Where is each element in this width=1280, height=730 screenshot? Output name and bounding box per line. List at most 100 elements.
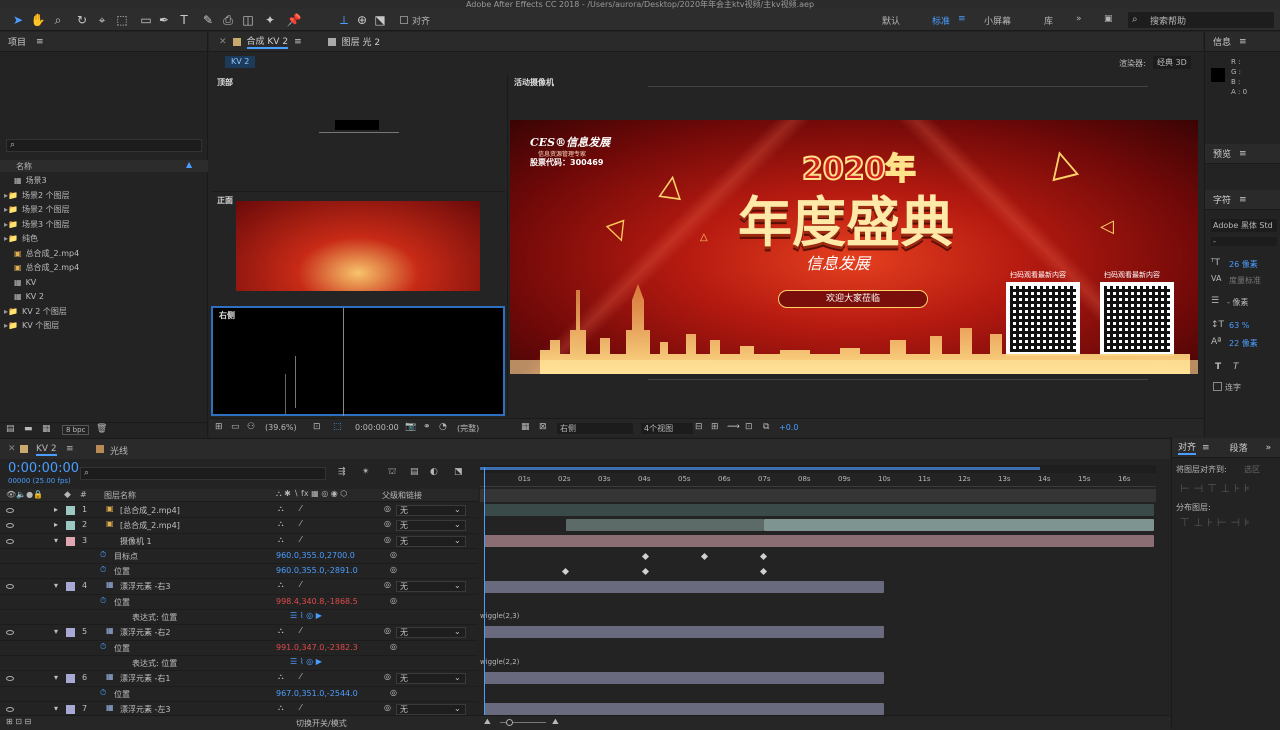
align-to-select[interactable]: 选区 bbox=[1244, 464, 1260, 475]
playhead[interactable] bbox=[484, 467, 485, 715]
expand-twirl-icon[interactable]: ▾ bbox=[54, 627, 58, 636]
close-tab-icon[interactable]: ✕ bbox=[8, 444, 16, 454]
transparency-grid-icon[interactable]: ▦ bbox=[521, 422, 530, 432]
layer-duration-bar[interactable] bbox=[764, 519, 1154, 532]
property-value[interactable]: 967.0,351.0,-2544.0 bbox=[276, 689, 358, 698]
quality-switch-icon[interactable]: ⁄ bbox=[300, 519, 301, 528]
shy-switch-icon[interactable]: ⛬ bbox=[278, 703, 284, 713]
expression-controls-icon[interactable]: ☰ ⌇ ◎ ▶ bbox=[290, 657, 322, 666]
time-ruler[interactable]: 01s 02s 03s 04s 05s 06s 07s 08s 09s 10s 11s 12s 13s 1… bbox=[480, 473, 1156, 487]
project-item[interactable]: ▸📁 纯色 bbox=[0, 232, 208, 247]
tab-menu-icon[interactable]: ≡ bbox=[66, 444, 74, 454]
stopwatch-icon[interactable]: ⏱ bbox=[100, 550, 106, 560]
layer-name[interactable]: 漂浮元素 -右3 bbox=[120, 581, 171, 592]
panel-menu-icon[interactable]: ≡ bbox=[1202, 443, 1210, 453]
expression-controls-icon[interactable]: ☰ ⌇ ◎ ▶ bbox=[290, 611, 322, 620]
panel-more-icon[interactable]: » bbox=[1266, 443, 1272, 453]
layer-row[interactable]: ▾ 3 摄像机 1 ⛬ ⁄ ◎ 无 ⌄ bbox=[0, 534, 478, 549]
expand-twirl-icon[interactable]: ▸ bbox=[54, 505, 58, 514]
quality-switch-icon[interactable]: ⁄ bbox=[300, 703, 301, 712]
project-item[interactable]: ▸📁 KV 2 个图层 bbox=[0, 305, 208, 320]
roto-brush-tool-icon[interactable]: ✦ bbox=[262, 12, 278, 28]
renderer-select[interactable]: 经典 3D bbox=[1153, 56, 1191, 69]
tab-paragraph[interactable]: 段落 bbox=[1230, 441, 1248, 454]
keyframe[interactable] bbox=[700, 552, 709, 560]
info-panel-title[interactable]: 信息 bbox=[1213, 35, 1231, 48]
timeline-tab-comp[interactable]: KV 2 bbox=[36, 444, 57, 456]
timeline-timecode[interactable]: 0:00:00:00 bbox=[8, 461, 79, 476]
character-panel-title[interactable]: 字符 bbox=[1213, 193, 1231, 206]
workspace-more-icon[interactable]: » bbox=[1076, 14, 1082, 24]
label-color-swatch[interactable] bbox=[66, 521, 75, 531]
property-row[interactable]: ⏱ 位置 967.0,351.0,-2544.0 ◎ bbox=[0, 687, 478, 702]
exposure-value[interactable]: +0.0 bbox=[779, 423, 798, 432]
search-help-box[interactable]: ⌕ 搜索帮助 bbox=[1128, 12, 1274, 28]
tab-composition[interactable]: 合成 KV 2 bbox=[246, 34, 289, 49]
toggle-switches-modes[interactable]: 切换开关/模式 bbox=[296, 718, 347, 729]
layer-duration-bar[interactable] bbox=[484, 580, 884, 593]
project-item[interactable]: ▸📁 场景2 个图层 bbox=[0, 189, 208, 204]
shy-switch-icon[interactable]: ⛬ bbox=[278, 580, 284, 590]
quality-switch-icon[interactable]: ⁄ bbox=[300, 626, 301, 635]
pickwhip-icon[interactable]: ◎ bbox=[390, 642, 397, 651]
timeline-nav-bar[interactable] bbox=[480, 489, 1156, 502]
camera-tool-icon[interactable]: ⌖ bbox=[94, 12, 110, 28]
shy-switch-icon[interactable]: ⛬ bbox=[278, 504, 284, 514]
keyframe[interactable] bbox=[561, 568, 570, 576]
property-row[interactable]: ⏱ 位置 960.0,355.0,-2891.0 ◎ bbox=[0, 564, 478, 580]
workspace-library[interactable]: 库 bbox=[1044, 14, 1053, 27]
share-view-icon[interactable]: ⊟ bbox=[695, 422, 703, 432]
timeline-icon[interactable]: ⊡ bbox=[745, 422, 753, 432]
label-color-swatch[interactable] bbox=[66, 536, 75, 546]
font-style-select[interactable]: - bbox=[1211, 237, 1277, 246]
fit-icon[interactable]: ⊡ bbox=[313, 422, 321, 432]
color-channel-icon[interactable]: ◔ bbox=[439, 422, 447, 432]
new-folder-icon[interactable]: ▬ bbox=[24, 424, 33, 434]
workspace-default[interactable]: 默认 bbox=[882, 14, 900, 27]
project-item[interactable]: ▣ 总合成_2.mp4 bbox=[0, 261, 208, 276]
hand-tool-icon[interactable]: ✋ bbox=[30, 12, 46, 28]
expression-text[interactable]: wiggle(2,2) bbox=[480, 658, 519, 666]
local-axis-icon[interactable]: ⟂ bbox=[336, 12, 352, 28]
tab-menu-icon[interactable]: ≡ bbox=[294, 37, 302, 47]
new-comp-icon[interactable]: ▦ bbox=[42, 424, 51, 434]
snapshot-icon[interactable]: 📷 bbox=[405, 422, 416, 432]
work-area-range[interactable] bbox=[480, 467, 1040, 470]
pickwhip-icon[interactable]: ◎ bbox=[390, 565, 397, 574]
workspace-standard[interactable]: 标准 bbox=[932, 14, 950, 27]
quality-switch-icon[interactable]: ⁄ bbox=[300, 504, 301, 513]
keyframe[interactable] bbox=[759, 552, 768, 560]
view-layout-select[interactable]: 4个视图 bbox=[641, 423, 693, 434]
panel-menu-icon[interactable]: ≡ bbox=[1239, 37, 1247, 47]
fast-preview-icon[interactable]: ⟿ bbox=[727, 422, 740, 432]
pickwhip-icon[interactable]: ◎ bbox=[390, 550, 397, 559]
label-color-swatch[interactable] bbox=[66, 674, 75, 684]
panel-menu-icon[interactable]: ≡ bbox=[36, 37, 44, 47]
faux-italic-icon[interactable]: T bbox=[1233, 362, 1239, 372]
shy-switch-icon[interactable]: ⛬ bbox=[278, 672, 284, 682]
stopwatch-icon[interactable]: ⏱ bbox=[100, 596, 106, 606]
preview-panel-title[interactable]: 预览 bbox=[1213, 147, 1231, 160]
view-options-icon[interactable]: ⊠ bbox=[539, 422, 547, 432]
layer-name[interactable]: [总合成_2.mp4] bbox=[120, 505, 180, 516]
panel-menu-icon[interactable]: ≡ bbox=[1239, 195, 1247, 205]
project-panel-title[interactable]: 项目 bbox=[8, 35, 26, 48]
font-size-value[interactable]: 26 像素 bbox=[1229, 259, 1258, 270]
region-of-interest-icon[interactable]: ⬚ bbox=[333, 422, 342, 432]
puppet-tool-icon[interactable]: 📌 bbox=[286, 12, 302, 28]
project-item[interactable]: ▸📁 场景2 个图层 bbox=[0, 203, 208, 218]
bpc-indicator[interactable]: 8 bpc bbox=[62, 425, 90, 435]
stopwatch-icon[interactable]: ⏱ bbox=[100, 642, 106, 652]
pickwhip-icon[interactable]: ◎ bbox=[384, 672, 391, 681]
tab-layer[interactable]: 图层 光 2 bbox=[342, 35, 380, 48]
visibility-eye-icon[interactable] bbox=[6, 706, 14, 712]
zoom-in-icon[interactable]: ⛰ bbox=[552, 717, 559, 727]
visibility-eye-icon[interactable] bbox=[6, 508, 14, 513]
expression-text[interactable]: wiggle(2,3) bbox=[480, 612, 519, 620]
pen-tool-icon[interactable]: ✒ bbox=[156, 12, 172, 28]
label-color-swatch[interactable] bbox=[66, 704, 75, 714]
always-preview-icon[interactable]: ⊞ bbox=[215, 422, 223, 432]
pickwhip-icon[interactable]: ◎ bbox=[384, 504, 391, 513]
project-item[interactable]: ▦ KV 2 bbox=[0, 290, 208, 305]
property-row[interactable]: 表达式: 位置 ☰ ⌇ ◎ ▶ bbox=[0, 610, 478, 626]
